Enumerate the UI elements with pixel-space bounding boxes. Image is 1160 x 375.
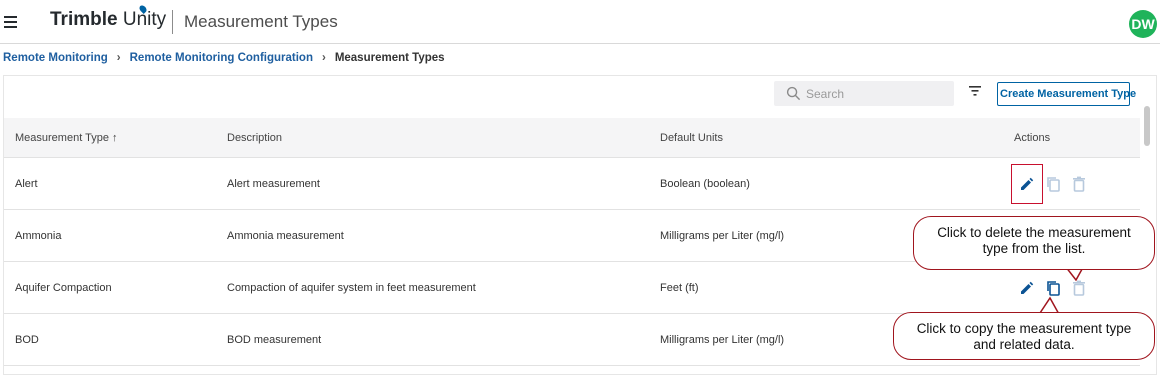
table-header: Measurement Type ↑ Description Default U… (4, 118, 1140, 158)
breadcrumb-remote-monitoring[interactable]: Remote Monitoring (3, 52, 108, 64)
filter-icon[interactable] (968, 85, 982, 97)
cell-default-units: Feet (ft) (660, 282, 699, 294)
edit-icon[interactable] (1018, 279, 1036, 297)
breadcrumb-chevron-icon: › (321, 52, 326, 64)
copy-icon[interactable] (1045, 175, 1063, 193)
cell-description: Compaction of aquifer system in feet mea… (227, 282, 476, 294)
brand-logo: Trimble Unity (50, 9, 167, 30)
vertical-scrollbar[interactable] (1144, 106, 1150, 146)
column-header-measurement-type[interactable]: Measurement Type ↑ (15, 132, 118, 144)
breadcrumb: Remote Monitoring › Remote Monitoring Conf… (3, 52, 445, 64)
table-row[interactable]: Alert Alert measurement Boolean (boolean… (4, 158, 1140, 210)
copy-callout: Click to copy the measurement type and r… (893, 312, 1155, 360)
cell-default-units: Milligrams per Liter (mg/l) (660, 334, 785, 346)
cell-default-units: Milligrams per Liter (mg/l) (660, 230, 785, 242)
delete-icon[interactable] (1070, 175, 1088, 193)
cell-measurement-type: Aquifer Compaction (15, 282, 112, 294)
header-divider (172, 10, 173, 34)
cell-measurement-type: BOD (15, 334, 39, 346)
cell-default-units: Boolean (boolean) (660, 178, 750, 190)
column-header-actions: Actions (1014, 132, 1051, 144)
search-input[interactable] (806, 81, 950, 106)
edit-icon[interactable] (1018, 175, 1036, 193)
delete-callout: Click to delete the measurement type fro… (913, 216, 1155, 270)
user-avatar[interactable]: DW (1129, 10, 1157, 38)
cell-description: Ammonia measurement (227, 230, 344, 242)
create-measurement-type-button[interactable]: Create Measurement Type (997, 82, 1136, 106)
cell-measurement-type: Ammonia (15, 230, 62, 242)
column-header-default-units: Default Units (660, 132, 723, 144)
search-icon (786, 86, 801, 101)
cell-description: BOD measurement (227, 334, 322, 346)
breadcrumb-current: Measurement Types (334, 52, 445, 64)
search-box[interactable] (774, 81, 954, 106)
cell-description: Alert measurement (227, 178, 320, 190)
cell-measurement-type: Alert (15, 178, 38, 190)
breadcrumb-remote-monitoring-configuration[interactable]: Remote Monitoring Configuration (130, 52, 313, 64)
top-bar: Trimble Unity Measurement Types DW (0, 0, 1160, 44)
menu-icon[interactable] (4, 14, 20, 28)
column-header-description: Description (227, 132, 283, 144)
breadcrumb-chevron-icon: › (116, 52, 121, 64)
app-title: Measurement Types (184, 12, 338, 31)
